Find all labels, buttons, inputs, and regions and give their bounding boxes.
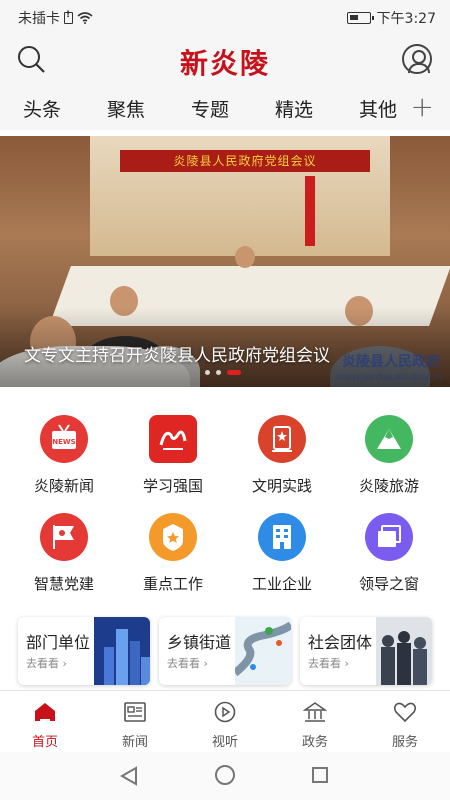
app-logo: 新炎陵 — [179, 47, 270, 80]
star-badge-icon — [149, 513, 197, 561]
banner-watermark-url: WWW.HNYANLING.GOV.CN — [336, 373, 442, 382]
grid-item-leaders[interactable]: 领导之窗 — [333, 513, 445, 594]
arrow-circle-icon: › — [203, 657, 208, 670]
party-flag-icon — [40, 513, 88, 561]
grid-item-civilization[interactable]: 文明实践 — [226, 415, 338, 496]
grid-label: 炎陵新闻 — [33, 477, 94, 495]
entry-cards: 部门单位 去看看 › 乡镇街道 去看看 › 社会团体 去看看 › — [18, 617, 432, 685]
status-bar: 未插卡 下午3:27 — [0, 0, 450, 34]
nav-services[interactable]: 服务 — [360, 691, 450, 752]
newspaper-icon — [124, 702, 146, 722]
road-map-image — [235, 617, 291, 685]
xuexi-icon — [149, 415, 197, 463]
home-button-icon[interactable] — [215, 765, 235, 785]
flag-decoration — [305, 176, 315, 246]
grid-label: 领导之窗 — [358, 575, 419, 593]
grid-item-news[interactable]: NEWS 炎陵新闻 — [8, 415, 120, 496]
government-icon — [302, 702, 328, 722]
tab-featured[interactable]: 精选 — [252, 95, 336, 122]
banner-board-text: 炎陵县人民政府党组会议 — [120, 150, 370, 172]
grid-label: 智慧党建 — [33, 575, 94, 593]
nav-label: 政务 — [301, 735, 328, 750]
carrier-text: 未插卡 — [18, 11, 60, 27]
carousel-dot[interactable] — [205, 370, 210, 375]
status-right: 下午3:27 — [346, 8, 436, 28]
card-social-groups[interactable]: 社会团体 去看看 › — [300, 617, 432, 685]
tab-headline[interactable]: 头条 — [0, 95, 84, 122]
banner-carousel[interactable]: 炎陵县人民政府党组会议 文专文主持召开炎陵县人民政府党组会议 炎陵县人民政府 W… — [0, 136, 450, 387]
card-towns[interactable]: 乡镇街道 去看看 › — [159, 617, 291, 685]
window-icon — [365, 513, 413, 561]
civilization-icon — [258, 415, 306, 463]
city-buildings-image — [94, 617, 150, 685]
nav-home[interactable]: 首页 — [0, 691, 90, 752]
arrow-circle-icon: › — [62, 657, 67, 670]
tab-topics[interactable]: 专题 — [168, 95, 252, 122]
banner-watermark: 炎陵县人民政府 — [342, 354, 440, 370]
nav-news[interactable]: 新闻 — [90, 691, 180, 752]
arrow-circle-icon: › — [344, 657, 349, 670]
nav-label: 服务 — [391, 735, 418, 750]
svg-text:NEWS: NEWS — [52, 438, 75, 446]
nav-label: 新闻 — [121, 735, 148, 750]
card-subtitle: 去看看 › — [308, 657, 349, 670]
banner-caption[interactable]: 文专文主持召开炎陵县人民政府党组会议 — [24, 341, 330, 366]
card-subtitle: 去看看 › — [26, 657, 67, 670]
card-departments[interactable]: 部门单位 去看看 › — [18, 617, 150, 685]
user-icon[interactable] — [402, 44, 432, 74]
recent-apps-icon[interactable] — [312, 767, 328, 783]
carousel-dot-active[interactable] — [227, 370, 241, 375]
grid-item-industry[interactable]: 工业企业 — [226, 513, 338, 594]
grid-label: 炎陵旅游 — [358, 477, 419, 495]
wifi-icon — [77, 12, 93, 24]
grid-item-xuexi[interactable]: 学习强国 — [117, 415, 229, 496]
home-icon — [35, 703, 55, 721]
play-icon — [214, 701, 236, 723]
status-left: 未插卡 — [18, 8, 93, 28]
nav-government[interactable]: 政务 — [270, 691, 360, 752]
people-silhouette-image — [376, 617, 432, 685]
card-title: 乡镇街道 — [167, 633, 232, 652]
card-title: 社会团体 — [308, 633, 373, 652]
card-title: 部门单位 — [26, 633, 91, 652]
add-channel-button[interactable]: + — [411, 92, 434, 122]
grid-label: 重点工作 — [142, 575, 203, 593]
factory-icon — [258, 513, 306, 561]
tab-focus[interactable]: 聚焦 — [84, 95, 168, 122]
news-tv-icon: NEWS — [40, 415, 88, 463]
grid-item-keywork[interactable]: 重点工作 — [117, 513, 229, 594]
clock: 下午3:27 — [376, 11, 436, 27]
grid-label: 文明实践 — [251, 477, 312, 495]
grid-item-tourism[interactable]: 炎陵旅游 — [333, 415, 445, 496]
attendee-head — [235, 246, 255, 268]
mountain-icon — [365, 415, 413, 463]
grid-label: 学习强国 — [142, 477, 203, 495]
card-subtitle: 去看看 › — [167, 657, 208, 670]
battery-icon — [346, 12, 374, 24]
sim-alert-icon — [64, 10, 73, 24]
channel-tabs: 头条 聚焦 专题 精选 其他 + — [0, 86, 450, 130]
carousel-indicator — [205, 370, 241, 375]
heart-icon — [393, 702, 417, 723]
carousel-dot[interactable] — [216, 370, 221, 375]
app-header: 新炎陵 — [0, 34, 450, 86]
grid-label: 工业企业 — [251, 575, 312, 593]
nav-media[interactable]: 视听 — [180, 691, 270, 752]
back-icon[interactable] — [120, 766, 138, 786]
grid-item-party[interactable]: 智慧党建 — [8, 513, 120, 594]
bottom-nav: 首页 新闻 视听 政务 服务 — [0, 690, 450, 752]
nav-label: 首页 — [31, 735, 58, 750]
tab-other[interactable]: 其他 — [336, 95, 420, 122]
nav-label: 视听 — [211, 735, 238, 750]
system-nav-bar — [0, 752, 450, 800]
